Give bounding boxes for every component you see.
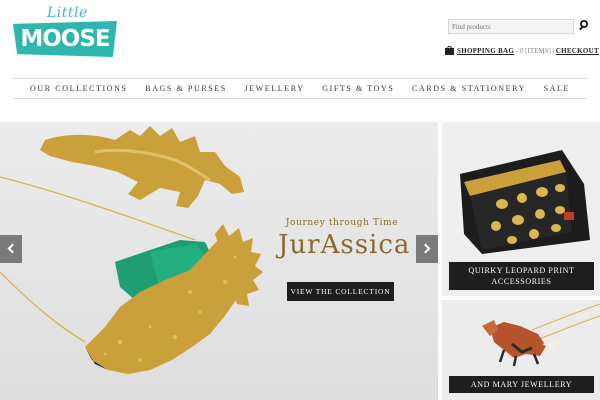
nav-item-cards-stationery[interactable]: CARDS & STATIONERY (412, 84, 526, 93)
logo-main-text: MOOSE (13, 21, 117, 57)
nav-item-sale[interactable]: SALE (544, 84, 570, 93)
nav-item-bags-purses[interactable]: BAGS & PURSES (145, 84, 227, 93)
logo[interactable]: Little MOOSE (13, 5, 119, 59)
bag-item-count: - 0 [ITEMS] (515, 47, 551, 55)
promo-leopard-label: QUIRKY LEOPARD PRINT ACCESSORIES (449, 262, 594, 290)
nav-item-gifts-toys[interactable]: GIFTS & TOYS (322, 84, 394, 93)
hero-caption: Journey through Time JurAssica (278, 218, 411, 260)
chevron-right-icon (420, 243, 431, 254)
promo-and-mary-label: AND MARY JEWELLERY (449, 376, 594, 393)
hero-necklace-image (0, 126, 263, 374)
nav-item-our-collections[interactable]: OUR COLLECTIONS (30, 84, 128, 93)
shopping-bag-icon (445, 46, 454, 55)
search-bar (448, 19, 591, 35)
search-input[interactable] (448, 19, 574, 34)
promo-leopard-accessories[interactable]: QUIRKY LEOPARD PRINT ACCESSORIES (442, 122, 600, 296)
search-icon[interactable] (579, 20, 591, 32)
view-collection-button[interactable]: VIEW THE COLLECTION (287, 282, 394, 301)
logo-small-text: Little (47, 5, 88, 21)
nav-item-jewellery[interactable]: JEWELLERY (244, 84, 304, 93)
hero-subtitle: Journey through Time (285, 218, 399, 228)
hero-title: JurAssica (278, 230, 411, 260)
main-nav: OUR COLLECTIONS BAGS & PURSES JEWELLERY … (12, 78, 588, 99)
slider-next-button[interactable] (416, 235, 438, 263)
hero-slider: Journey through Time JurAssica (0, 122, 438, 400)
checkout-link[interactable]: CHECKOUT (556, 47, 599, 55)
chevron-left-icon (7, 243, 18, 254)
shopping-bag-link[interactable]: SHOPPING BAG (457, 47, 514, 55)
shopping-bag-summary: SHOPPING BAG - 0 [ITEMS] | CHECKOUT (445, 46, 599, 58)
slider-prev-button[interactable] (0, 235, 22, 263)
promo-and-mary-jewellery[interactable]: AND MARY JEWELLERY (442, 300, 600, 400)
